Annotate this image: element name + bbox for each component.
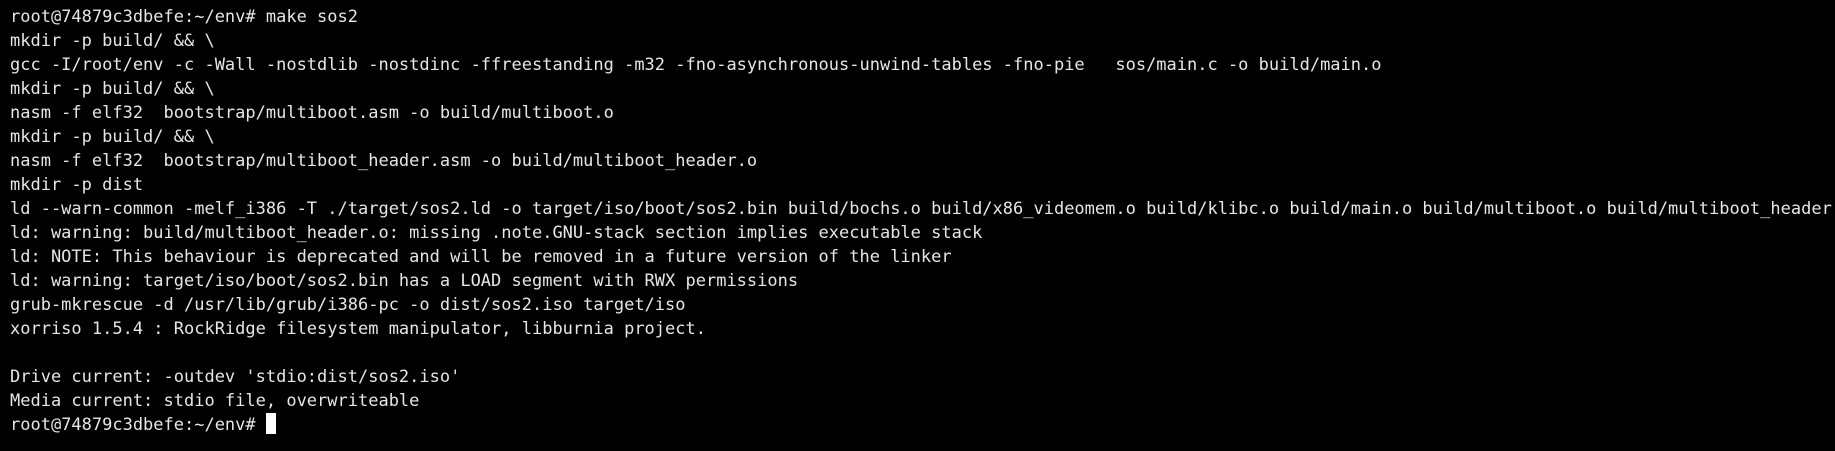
terminal-line-output: mkdir -p build/ && \	[10, 127, 215, 147]
terminal-line-output: mkdir -p build/ && \	[10, 31, 215, 51]
terminal-window[interactable]: root@74879c3dbefe:~/env# make sos2 mkdir…	[0, 0, 1835, 451]
terminal-line-note: ld: NOTE: This behaviour is deprecated a…	[10, 247, 952, 267]
terminal-line-output: nasm -f elf32 bootstrap/multiboot.asm -o…	[10, 103, 614, 123]
terminal-line-output: Media current: stdio file, overwriteable	[10, 391, 420, 411]
terminal-line-output: Drive current: -outdev 'stdio:dist/sos2.…	[10, 367, 461, 387]
terminal-line-warning: ld: warning: target/iso/boot/sos2.bin ha…	[10, 271, 799, 291]
terminal-line-output: gcc -I/root/env -c -Wall -nostdlib -nost…	[10, 55, 1382, 75]
terminal-line-warning: ld: warning: build/multiboot_header.o: m…	[10, 223, 983, 243]
terminal-line-output: mkdir -p dist	[10, 175, 144, 195]
terminal-cursor[interactable]	[265, 413, 276, 434]
terminal-prompt-line[interactable]: root@74879c3dbefe:~/env#	[10, 413, 1835, 437]
terminal-prompt: root@74879c3dbefe:~/env#	[10, 415, 256, 435]
terminal-line-output: ld --warn-common -melf_i386 -T ./target/…	[10, 199, 1835, 219]
terminal-line-output: mkdir -p build/ && \	[10, 79, 215, 99]
terminal-line-command: root@74879c3dbefe:~/env# make sos2	[10, 7, 358, 27]
terminal-line-output: xorriso 1.5.4 : RockRidge filesystem man…	[10, 319, 706, 339]
terminal-line-output: nasm -f elf32 bootstrap/multiboot_header…	[10, 151, 758, 171]
terminal-line-output: grub-mkrescue -d /usr/lib/grub/i386-pc -…	[10, 295, 686, 315]
